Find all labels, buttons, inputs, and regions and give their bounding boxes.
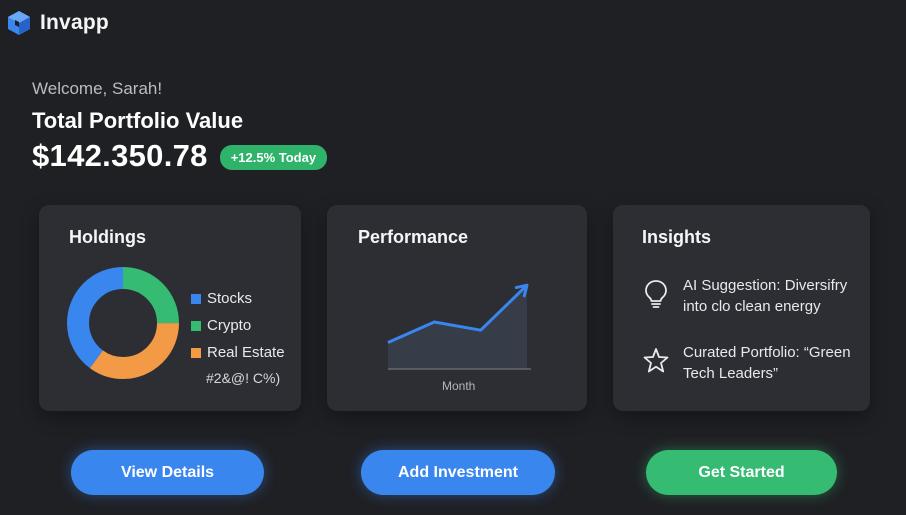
legend-swatch <box>191 347 201 358</box>
insight-text: Curated Portfolio: “Green Tech Leaders” <box>683 344 851 382</box>
insights-title: Insights <box>642 227 712 247</box>
legend-item: Stocks <box>191 285 285 312</box>
holdings-title: Holdings <box>69 227 146 247</box>
insight-curated-portfolio[interactable]: Curated Portfolio: “Green Tech Leaders” <box>643 342 863 384</box>
app-name: Invapp <box>40 11 109 34</box>
daily-change-badge: +12.5% Today <box>219 145 328 170</box>
legend-label: Real Estate <box>207 344 285 361</box>
holdings-card: Holdings Stocks Crypto Real Estate #2&@! C%… <box>39 205 301 411</box>
performance-x-axis-label: Month <box>442 379 476 393</box>
performance-card: Performance Month <box>327 205 587 411</box>
insights-card: Insights AI Suggestion: Diversifry into … <box>613 205 870 411</box>
legend-label: Crypto <box>207 317 252 334</box>
star-icon <box>643 348 669 373</box>
add-investment-button[interactable]: Add Investment <box>361 450 555 495</box>
holdings-legend: Stocks Crypto Real Estate #2&@! C%) <box>191 285 285 390</box>
legend-swatch <box>191 320 201 331</box>
legend-item: Crypto <box>191 312 285 339</box>
cube-logo-icon <box>8 11 30 35</box>
insight-text: AI Suggestion: Diversifry into clo clean… <box>683 277 848 315</box>
performance-line-chart <box>387 283 531 370</box>
holdings-donut-chart <box>67 267 179 379</box>
legend-item: Real Estate <box>191 339 285 366</box>
app-brand[interactable]: Invapp <box>7 10 109 36</box>
insight-ai-suggestion[interactable]: AI Suggestion: Diversifry into clo clean… <box>643 275 863 317</box>
legend-swatch <box>191 293 201 304</box>
lightbulb-icon <box>645 280 667 308</box>
portfolio-value: $142.350.78 <box>32 138 208 173</box>
performance-title: Performance <box>358 227 469 247</box>
portfolio-value-row: $142.350.78 +12.5% Today <box>32 138 328 174</box>
dashboard-page: Invapp Welcome, Sarah! Total Portfolio V… <box>0 0 906 515</box>
legend-extra-text: #2&@! C%) <box>206 370 281 386</box>
view-details-button[interactable]: View Details <box>71 450 264 495</box>
get-started-button[interactable]: Get Started <box>646 450 837 495</box>
welcome-message: Welcome, Sarah! <box>32 79 163 98</box>
legend-label: Stocks <box>207 290 253 307</box>
portfolio-title: Total Portfolio Value <box>32 108 244 133</box>
